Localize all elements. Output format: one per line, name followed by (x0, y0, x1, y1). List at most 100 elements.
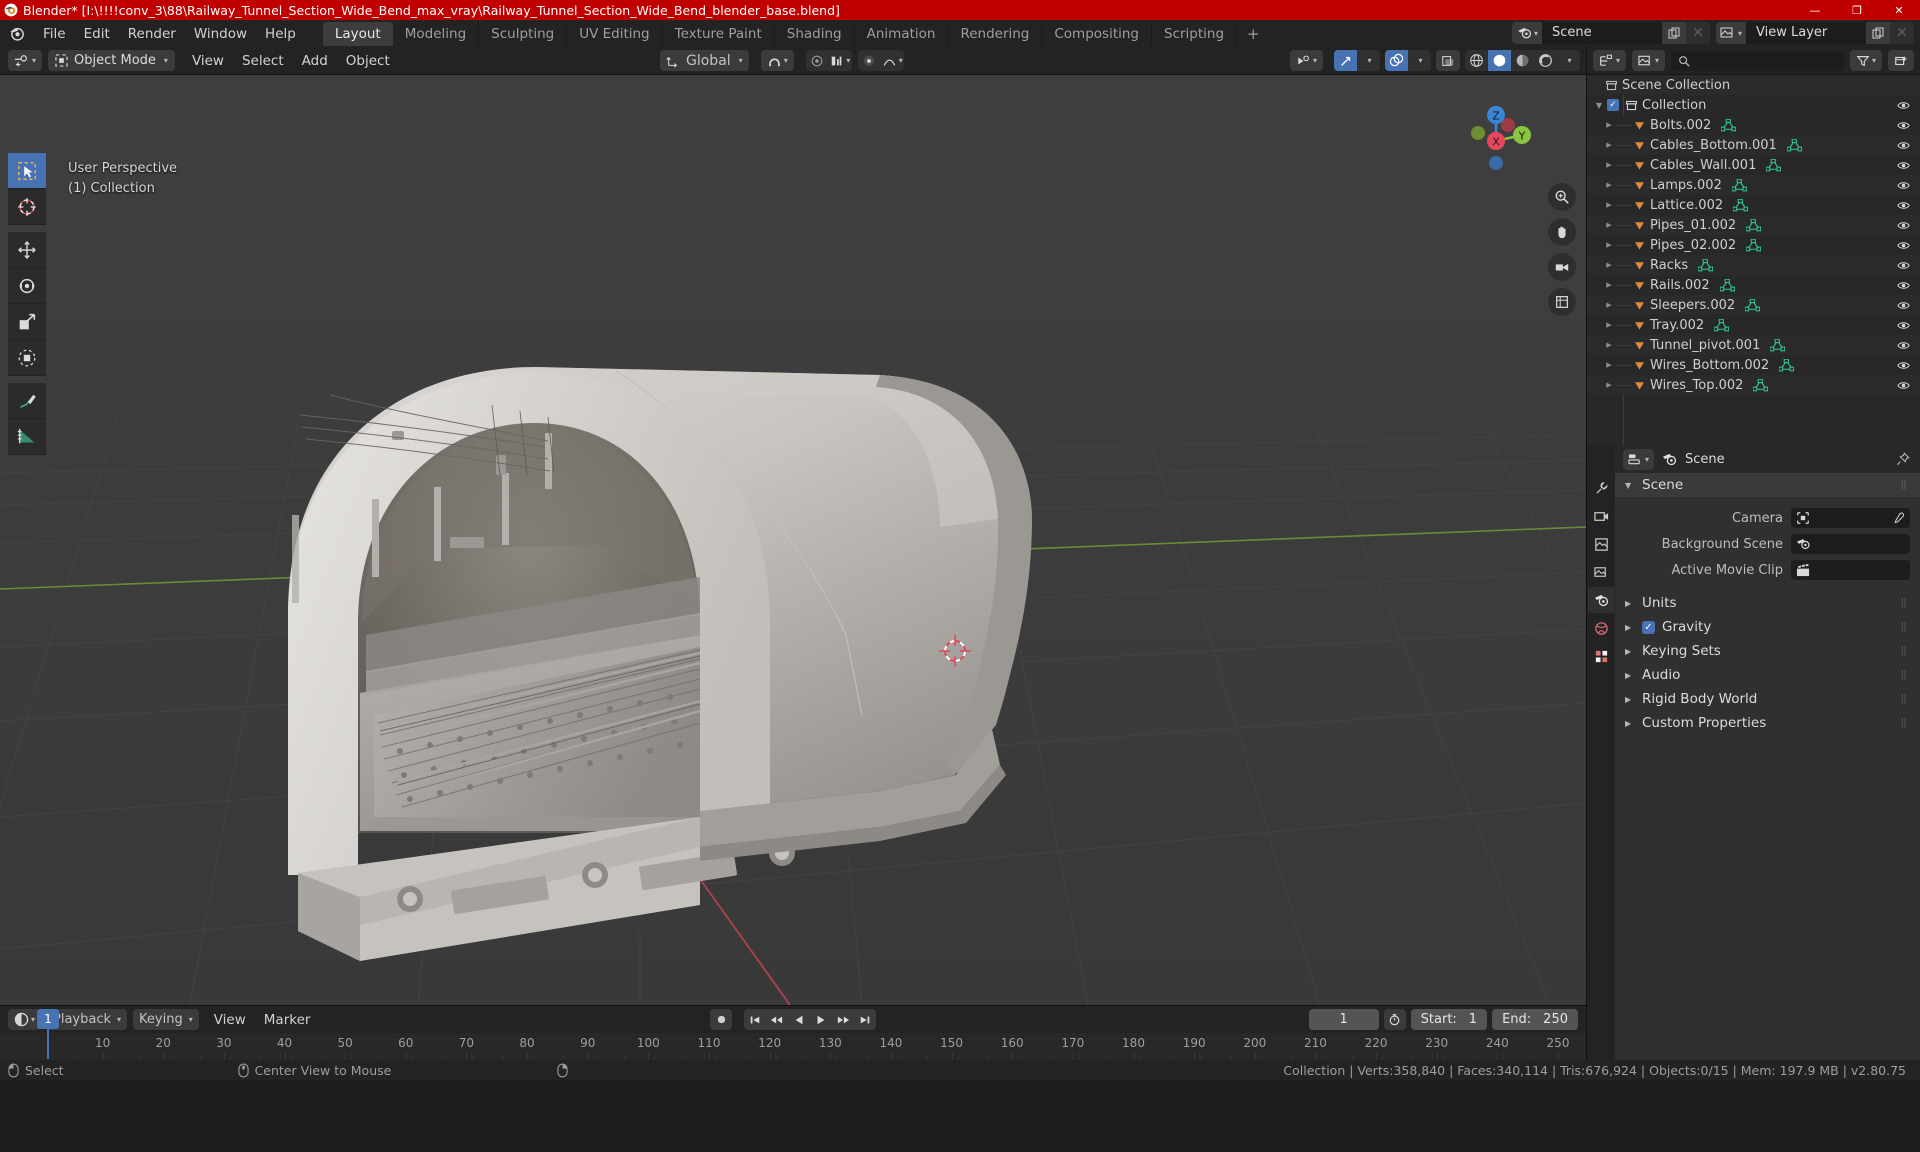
field-active-movie-clip[interactable]: Active Movie Clip (1615, 557, 1920, 583)
menu-help[interactable]: Help (256, 23, 305, 45)
outliner-row-object[interactable]: ▶ Tunnel_pivot.001 (1587, 335, 1920, 355)
menu-render[interactable]: Render (119, 23, 185, 45)
mesh-data-icon[interactable] (1770, 338, 1786, 352)
object-expand-triangle[interactable]: ▶ (1603, 241, 1615, 249)
panel-drag-grip[interactable]: ⣿ (1900, 480, 1908, 490)
mesh-data-icon[interactable] (1733, 198, 1749, 212)
transform-orientation-selector[interactable]: Global ▾ (660, 50, 749, 71)
object-expand-triangle[interactable]: ▶ (1603, 141, 1615, 149)
mesh-data-icon[interactable] (1746, 218, 1762, 232)
blender-logo-icon[interactable] (9, 25, 26, 42)
tab-layout[interactable]: Layout (322, 21, 393, 46)
jump-to-start-button[interactable] (744, 1009, 766, 1030)
panel-keying-sets[interactable]: ▶ Keying Sets ⣿ (1615, 639, 1920, 663)
view-layer-selector[interactable]: ▾ View Layer ✕ (1716, 22, 1914, 44)
tool-measure-icon[interactable] (8, 419, 46, 455)
mesh-data-icon[interactable] (1719, 278, 1735, 292)
tab-compositing[interactable]: Compositing (1042, 21, 1152, 46)
scene-selector[interactable]: ▾ Scene ✕ (1512, 22, 1710, 44)
eyedropper-icon[interactable] (1892, 512, 1905, 525)
object-expand-triangle[interactable]: ▶ (1603, 161, 1615, 169)
object-visibility-eye-icon[interactable] (1897, 220, 1910, 231)
object-visibility-eye-icon[interactable] (1897, 260, 1910, 271)
active-movie-clip-field[interactable] (1791, 560, 1910, 580)
panel-gravity[interactable]: ▶ ✓ Gravity ⣿ (1615, 615, 1920, 639)
object-visibility-eye-icon[interactable] (1897, 300, 1910, 311)
show-gizmo-toggle[interactable] (1334, 50, 1357, 71)
tool-rotate-icon[interactable] (8, 268, 46, 304)
panel-rigid-body-world[interactable]: ▶ Rigid Body World ⣿ (1615, 687, 1920, 711)
auto-keying-toggle[interactable] (710, 1009, 732, 1030)
jump-to-end-button[interactable] (854, 1009, 876, 1030)
object-visibility-eye-icon[interactable] (1897, 380, 1910, 391)
editor-type-selector[interactable]: ▾ (8, 50, 43, 71)
object-visibility-eye-icon[interactable] (1897, 280, 1910, 291)
tab-shading[interactable]: Shading (775, 21, 855, 46)
play-reverse-button[interactable] (788, 1009, 810, 1030)
outliner-filter-button[interactable]: ▾ (1849, 50, 1882, 71)
outliner-editor-type-selector[interactable]: ▾ (1593, 50, 1627, 71)
new-scene-button[interactable] (1662, 22, 1686, 44)
tab-object-properties[interactable] (1588, 643, 1614, 669)
timeline-menu-marker[interactable]: Marker (255, 1010, 320, 1030)
camera-view-icon[interactable] (1548, 253, 1576, 281)
tab-scene-properties[interactable] (1588, 587, 1614, 613)
outliner-tree[interactable]: Scene Collection ▼ ✓ Collection ▶ Bolts.0… (1587, 75, 1920, 445)
panel-units[interactable]: ▶ Units ⣿ (1615, 591, 1920, 615)
outliner-row-object[interactable]: ▶ Racks (1587, 255, 1920, 275)
view-axis-gizmo[interactable]: Z Y X (1454, 95, 1538, 179)
overlay-options-dropdown[interactable]: ▾ (1408, 50, 1431, 71)
frame-start-field[interactable]: Start: 1 (1410, 1009, 1488, 1030)
tab-output-properties[interactable] (1588, 531, 1614, 557)
outliner-row-object[interactable]: ▶ Wires_Bottom.002 (1587, 355, 1920, 375)
proportional-editing-group[interactable]: ▾ (805, 50, 852, 71)
gizmo-group[interactable]: ▾ (1334, 50, 1380, 71)
menu-window[interactable]: Window (185, 23, 256, 45)
object-expand-triangle[interactable]: ▶ (1603, 381, 1615, 389)
outliner-row-object[interactable]: ▶ Cables_Wall.001 (1587, 155, 1920, 175)
falloff-curve-selector[interactable]: ▾ (881, 50, 904, 71)
object-expand-triangle[interactable]: ▶ (1603, 181, 1615, 189)
object-expand-triangle[interactable]: ▶ (1603, 281, 1615, 289)
tab-sculpting[interactable]: Sculpting (479, 21, 568, 46)
viewport-menu-object[interactable]: Object (337, 51, 399, 71)
remove-view-layer-button[interactable]: ✕ (1890, 22, 1914, 44)
add-workspace-button[interactable]: + (1237, 22, 1270, 46)
outliner-row-object[interactable]: ▶ Lattice.002 (1587, 195, 1920, 215)
scene-name-field[interactable]: Scene (1542, 22, 1662, 44)
outliner-row-object[interactable]: ▶ Rails.002 (1587, 275, 1920, 295)
outliner-display-mode-selector[interactable]: ▾ (1632, 50, 1666, 71)
shading-mode-group[interactable]: ▾ (1465, 50, 1580, 71)
collection-expand-triangle[interactable]: ▼ (1593, 101, 1605, 110)
jump-to-prev-keyframe-button[interactable] (766, 1009, 788, 1030)
tab-animation[interactable]: Animation (855, 21, 949, 46)
object-visibility-eye-icon[interactable] (1897, 200, 1910, 211)
timeline-menu-playback[interactable]: Playback ▾ (47, 1009, 128, 1030)
outliner-row-object[interactable]: ▶ Pipes_01.002 (1587, 215, 1920, 235)
mesh-data-icon[interactable] (1766, 158, 1782, 172)
object-expand-triangle[interactable]: ▶ (1603, 221, 1615, 229)
object-expand-triangle[interactable]: ▶ (1603, 201, 1615, 209)
tab-modeling[interactable]: Modeling (393, 21, 480, 46)
tool-move-icon[interactable] (8, 232, 46, 268)
gravity-checkbox[interactable]: ✓ (1642, 620, 1655, 634)
current-frame-field[interactable]: 1 (1308, 1009, 1379, 1030)
outliner-search-input[interactable] (1671, 50, 1844, 71)
unlink-scene-button[interactable]: ✕ (1686, 22, 1710, 44)
tool-annotate-icon[interactable] (8, 383, 46, 419)
window-controls[interactable]: — ❐ ✕ (1794, 0, 1920, 20)
shading-options-dropdown[interactable]: ▾ (1557, 50, 1580, 71)
tab-scripting[interactable]: Scripting (1152, 21, 1238, 46)
object-visibility-eye-icon[interactable] (1897, 180, 1910, 191)
tool-cursor-icon[interactable] (8, 189, 46, 225)
proportional-edit-toggle[interactable] (806, 50, 829, 71)
proportional-circle-icon[interactable] (858, 50, 881, 71)
viewport-menu-select[interactable]: Select (233, 51, 293, 71)
object-expand-triangle[interactable]: ▶ (1603, 361, 1615, 369)
overlays-group[interactable]: ▾ (1385, 50, 1431, 71)
object-visibility-eye-icon[interactable] (1897, 320, 1910, 331)
pin-icon[interactable] (1896, 452, 1910, 466)
mesh-data-icon[interactable] (1746, 238, 1762, 252)
gizmo-options-dropdown[interactable]: ▾ (1357, 50, 1380, 71)
close-button[interactable]: ✕ (1878, 0, 1920, 20)
